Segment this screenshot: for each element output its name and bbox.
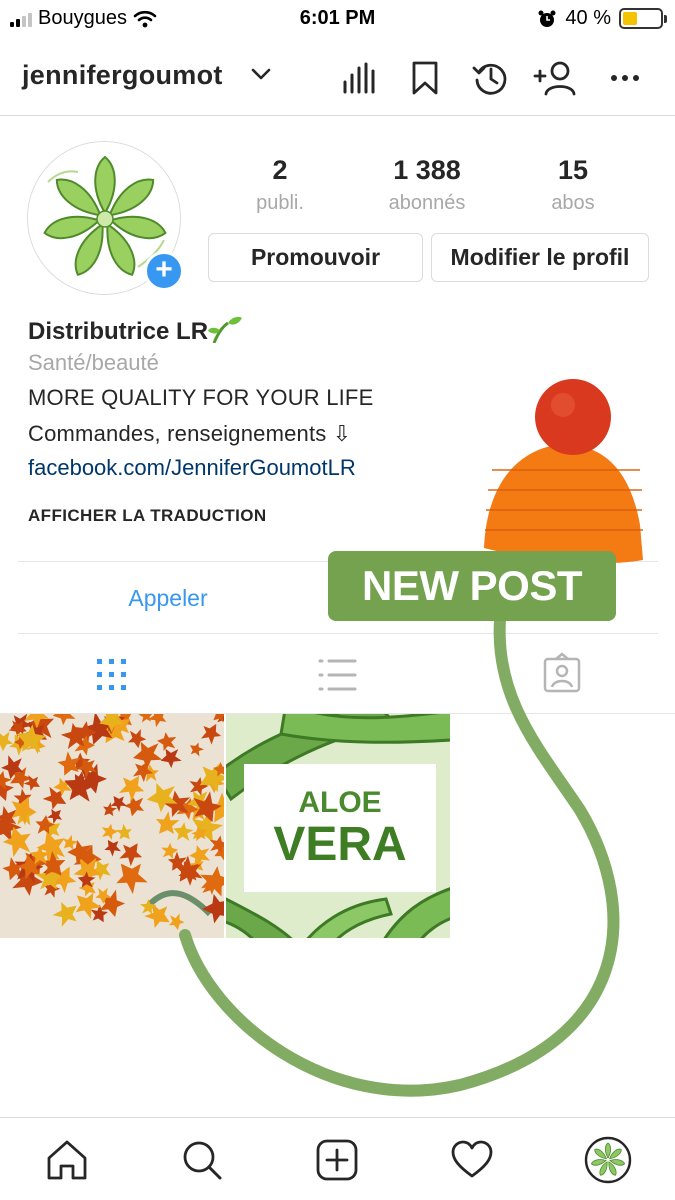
- profile-category: Santé/beauté: [28, 350, 159, 375]
- alarm-icon: [538, 10, 556, 27]
- call-button[interactable]: Appeler: [18, 562, 318, 634]
- stat-value: 2: [272, 155, 288, 185]
- home-icon[interactable]: [45, 1138, 89, 1182]
- bottom-nav: [0, 1117, 675, 1200]
- profile-name: Distributrice LR: [28, 315, 244, 346]
- divider: [18, 633, 658, 634]
- stat-label: abos: [551, 192, 595, 214]
- search-icon[interactable]: [180, 1138, 224, 1182]
- status-right: 40 %: [537, 7, 667, 30]
- status-bar: Bouygues 6:01 PM 40 %: [0, 0, 675, 40]
- add-story-button[interactable]: +: [144, 251, 184, 291]
- promote-button[interactable]: Promouvoir: [208, 233, 423, 282]
- history-icon[interactable]: [471, 58, 511, 98]
- create-icon[interactable]: [315, 1138, 359, 1182]
- stat-label: publi.: [256, 192, 304, 214]
- new-post-banner: NEW POST: [328, 551, 616, 621]
- profile-header: jennifergoumot: [0, 40, 675, 116]
- bio-line: Commandes, renseignements ⇩: [28, 421, 352, 446]
- username[interactable]: jennifergoumot: [22, 60, 223, 91]
- insights-icon[interactable]: [338, 58, 378, 98]
- list-icon[interactable]: [312, 652, 362, 698]
- post-tile-autumn[interactable]: [0, 714, 224, 938]
- bio-line: MORE QUALITY FOR YOUR LIFE: [28, 385, 374, 410]
- tagged-icon[interactable]: [537, 652, 587, 698]
- aloe-title: ALOE: [298, 786, 381, 819]
- edit-profile-button[interactable]: Modifier le profil: [431, 233, 649, 282]
- chevron-down-icon[interactable]: [250, 66, 272, 82]
- bio-link[interactable]: facebook.com/JenniferGoumotLR: [28, 455, 356, 481]
- stat-following[interactable]: 15 abos: [508, 155, 638, 215]
- stat-followers[interactable]: 1 388 abonnés: [362, 155, 492, 215]
- add-person-icon[interactable]: [533, 58, 579, 98]
- knit-hat: [484, 379, 643, 564]
- battery-percent: 40 %: [565, 7, 611, 29]
- vera-title: VERA: [273, 818, 406, 871]
- bookmark-icon[interactable]: [405, 58, 445, 98]
- stat-value: 15: [557, 155, 589, 185]
- battery-icon: [619, 8, 667, 29]
- stat-value: 1 388: [393, 155, 461, 185]
- profile-avatar[interactable]: [584, 1136, 632, 1184]
- translate-link[interactable]: AFFICHER LA TRADUCTION: [28, 506, 267, 526]
- heart-icon[interactable]: [450, 1138, 494, 1182]
- profile-name-text: Distributrice LR: [28, 318, 209, 345]
- sprout-icon: [208, 316, 243, 344]
- stat-posts[interactable]: 2 publi.: [215, 155, 345, 215]
- stat-label: abonnés: [388, 192, 466, 214]
- post-tile-aloe-vera[interactable]: ALOE VERA: [226, 714, 450, 938]
- more-icon[interactable]: [605, 58, 645, 98]
- grid-icon[interactable]: [87, 652, 137, 698]
